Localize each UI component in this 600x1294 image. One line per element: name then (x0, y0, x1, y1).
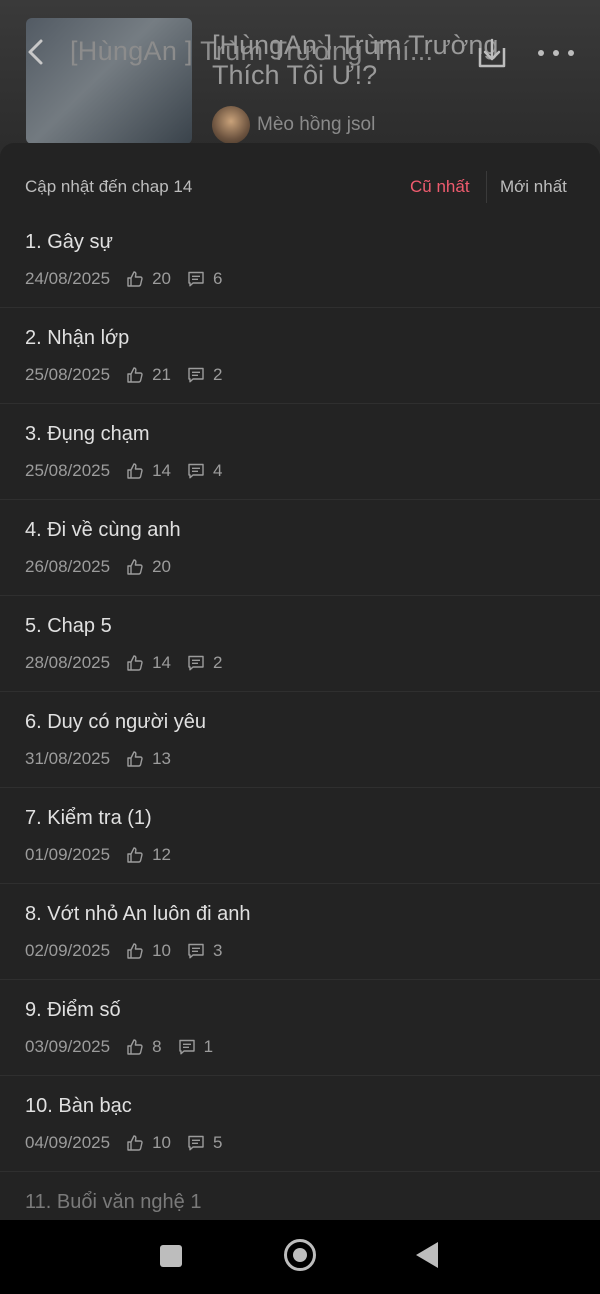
chapter-date: 25/08/2025 (25, 365, 111, 384)
chapter-date: 04/09/2025 (25, 1133, 111, 1152)
chapter-date: 03/09/2025 (25, 1037, 111, 1056)
chapter-meta: 01/09/2025 12 (25, 845, 187, 865)
like-count: 20 (152, 269, 172, 288)
thumbs-up-icon (126, 1134, 144, 1152)
comment-count: 3 (213, 941, 223, 960)
like-count: 20 (152, 557, 172, 576)
chapter-meta: 04/09/2025 10 5 (25, 1133, 238, 1153)
like-count: 12 (152, 845, 172, 864)
chapter-meta: 25/08/2025 21 2 (25, 365, 238, 385)
chapter-title: 1. Gây sự (25, 231, 113, 253)
thumbs-up-icon (126, 654, 144, 672)
like-count: 8 (152, 1037, 162, 1056)
comment-count: 5 (213, 1133, 223, 1152)
chapter-title: 7. Kiểm tra (1) (25, 807, 152, 829)
comment-icon (187, 1134, 205, 1152)
chapter-row[interactable]: 8. Vớt nhỏ An luôn đi anh 02/09/2025 10 3 (0, 884, 600, 980)
download-button[interactable] (474, 36, 510, 70)
chapter-date: 24/08/2025 (25, 269, 111, 288)
chapter-row[interactable]: 6. Duy có người yêu 31/08/2025 13 (0, 692, 600, 788)
comment-icon (187, 942, 205, 960)
home-button[interactable] (284, 1239, 316, 1271)
chapter-row[interactable]: 9. Điểm số 03/09/2025 8 1 (0, 980, 600, 1076)
like-count: 10 (152, 1133, 172, 1152)
thumbs-up-icon (126, 1038, 144, 1056)
sort-newest-button[interactable]: Mới nhất (500, 177, 567, 197)
chapter-meta: 26/08/2025 20 (25, 557, 187, 577)
chapter-date: 31/08/2025 (25, 749, 111, 768)
chapter-title: 8. Vớt nhỏ An luôn đi anh (25, 903, 251, 925)
chapter-row[interactable]: 5. Chap 5 28/08/2025 14 2 (0, 596, 600, 692)
comment-count: 4 (213, 461, 223, 480)
chapter-row[interactable]: 11. Buổi văn nghệ 1 (0, 1172, 600, 1220)
chapter-title: 3. Đụng chạm (25, 423, 150, 445)
chevron-left-icon (28, 39, 43, 65)
like-count: 13 (152, 749, 172, 768)
chapter-meta: 25/08/2025 14 4 (25, 461, 238, 481)
system-back-button[interactable] (416, 1242, 438, 1268)
comment-icon (178, 1038, 196, 1056)
chapter-date: 25/08/2025 (25, 461, 111, 480)
more-dots-icon (538, 50, 544, 56)
author-name[interactable]: Mèo hồng jsol (257, 114, 375, 136)
chapter-meta: 31/08/2025 13 (25, 749, 187, 769)
chapter-row[interactable]: 3. Đụng chạm 25/08/2025 14 4 (0, 404, 600, 500)
chapter-title: 5. Chap 5 (25, 615, 112, 637)
chapter-title: 11. Buổi văn nghệ 1 (25, 1191, 202, 1213)
chapter-row[interactable]: 10. Bàn bạc 04/09/2025 10 5 (0, 1076, 600, 1172)
like-count: 14 (152, 461, 172, 480)
story-header: [HùngAn ] Trùm Trường Thí... [HùngAn ] T… (0, 0, 600, 160)
chapter-title: 9. Điểm số (25, 999, 121, 1021)
more-options-button[interactable] (538, 38, 574, 68)
sort-divider (486, 171, 487, 203)
system-navigation-bar (0, 1220, 600, 1294)
comment-icon (187, 270, 205, 288)
chapter-date: 02/09/2025 (25, 941, 111, 960)
comment-count: 2 (213, 365, 223, 384)
chapter-row[interactable]: 2. Nhận lớp 25/08/2025 21 2 (0, 308, 600, 404)
author-info[interactable]: Mèo hồng jsol (212, 106, 375, 144)
thumbs-up-icon (126, 942, 144, 960)
comment-icon (187, 462, 205, 480)
chapter-date: 28/08/2025 (25, 653, 111, 672)
chapter-meta: 02/09/2025 10 3 (25, 941, 238, 961)
comment-count: 2 (213, 653, 223, 672)
chapter-list: 1. Gây sự 24/08/2025 20 6 2. Nhận lớp 25/08/2… (0, 212, 600, 1220)
update-status: Cập nhật đến chap 14 (25, 177, 193, 196)
chapter-title: 10. Bàn bạc (25, 1095, 132, 1117)
like-count: 10 (152, 941, 172, 960)
comment-icon (187, 366, 205, 384)
author-avatar[interactable] (212, 106, 250, 144)
like-count: 14 (152, 653, 172, 672)
thumbs-up-icon (126, 462, 144, 480)
chapter-date: 26/08/2025 (25, 557, 111, 576)
like-count: 21 (152, 365, 172, 384)
thumbs-up-icon (126, 270, 144, 288)
thumbs-up-icon (126, 846, 144, 864)
chapter-title: 2. Nhận lớp (25, 327, 130, 349)
back-button[interactable] (20, 36, 52, 68)
chapter-title: 4. Đi về cùng anh (25, 519, 181, 541)
chapter-row[interactable]: 1. Gây sự 24/08/2025 20 6 (0, 212, 600, 308)
chapter-meta: 28/08/2025 14 2 (25, 653, 238, 673)
chapter-row[interactable]: 7. Kiểm tra (1) 01/09/2025 12 (0, 788, 600, 884)
recent-apps-button[interactable] (160, 1245, 182, 1267)
thumbs-up-icon (126, 750, 144, 768)
chapter-date: 01/09/2025 (25, 845, 111, 864)
thumbs-up-icon (126, 366, 144, 384)
chapter-meta: 03/09/2025 8 1 (25, 1037, 229, 1057)
chapter-meta: 24/08/2025 20 6 (25, 269, 238, 289)
chapter-title: 6. Duy có người yêu (25, 711, 207, 733)
chapter-list-sheet: Cập nhật đến chap 14 Cũ nhất Mới nhất 1.… (0, 143, 600, 1220)
comment-count: 6 (213, 269, 223, 288)
download-icon (478, 38, 506, 68)
comment-count: 1 (203, 1037, 214, 1056)
chapter-row[interactable]: 4. Đi về cùng anh 26/08/2025 20 (0, 500, 600, 596)
thumbs-up-icon (126, 558, 144, 576)
sort-oldest-button[interactable]: Cũ nhất (410, 177, 470, 197)
comment-icon (187, 654, 205, 672)
